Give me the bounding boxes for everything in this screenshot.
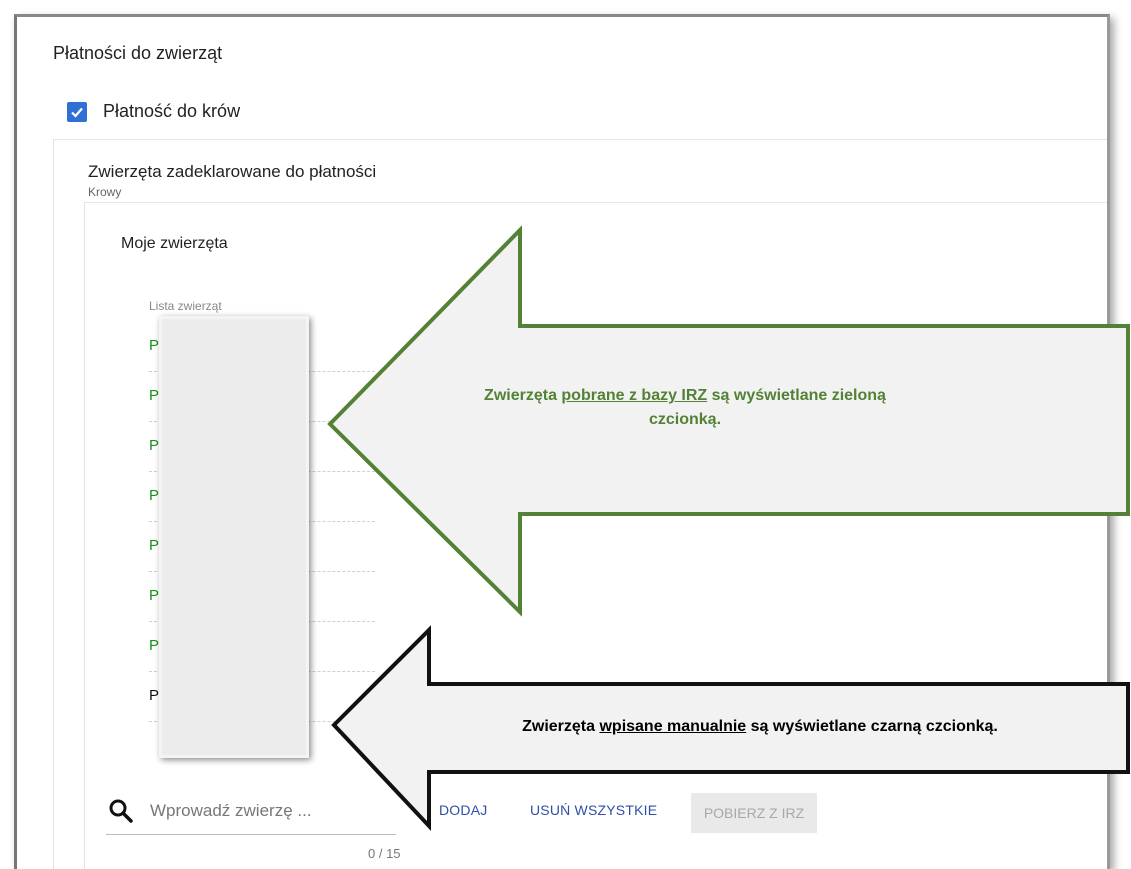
black-callout-text: Zwierzęta wpisane manualnie są wyświetla… bbox=[522, 718, 998, 735]
green-callout-text: Zwierzęta pobrane z bazy IRZ są wyświetl… bbox=[484, 387, 886, 428]
